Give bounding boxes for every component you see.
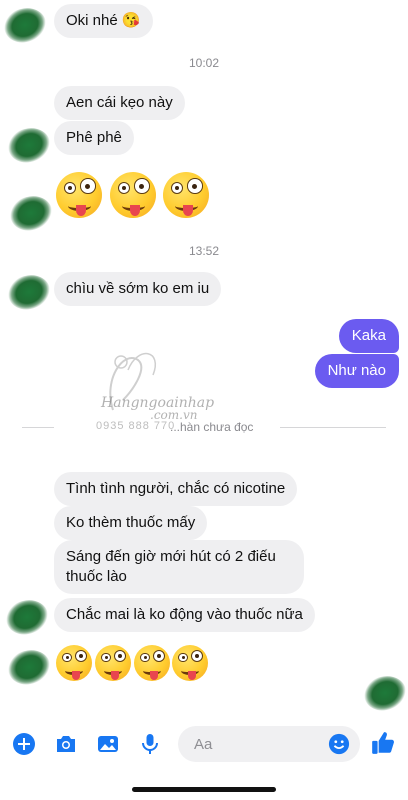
- message-bubble[interactable]: Oki nhé 😘: [54, 4, 153, 38]
- avatar: [0, 592, 54, 642]
- zany-face-emoji: [163, 172, 209, 218]
- message-composer: Aa: [0, 722, 408, 766]
- message-bubble[interactable]: Tình tình người, chắc có nicotine: [54, 472, 298, 506]
- message-bubble[interactable]: Sáng đến giờ mới hút có 2 điếu thuốc lào: [54, 540, 304, 594]
- avatar: [358, 668, 408, 718]
- thumbs-up-icon[interactable]: [370, 730, 396, 756]
- avatar: [0, 0, 52, 50]
- watermark-phone: 0935 888 770: [96, 420, 176, 432]
- emoji-icon[interactable]: [328, 733, 350, 755]
- message-input-placeholder: Aa: [194, 736, 213, 753]
- home-indicator: [132, 787, 276, 792]
- camera-icon[interactable]: [54, 732, 78, 756]
- message-bubble[interactable]: Aen cái kẹo này: [54, 86, 185, 120]
- microphone-icon[interactable]: [138, 732, 162, 756]
- avatar: [2, 642, 56, 692]
- image-icon[interactable]: [96, 732, 120, 756]
- message-input[interactable]: Aa: [178, 726, 360, 762]
- timestamp: 13:52: [188, 244, 220, 258]
- divider-line: [22, 427, 54, 428]
- zany-face-emoji: [95, 645, 131, 681]
- zany-face-emoji: [134, 645, 170, 681]
- message-bubble[interactable]: Chắc mai là ko động vào thuốc nữa: [54, 598, 315, 632]
- avatar: [2, 120, 56, 170]
- message-bubble-outgoing[interactable]: Như nào: [314, 354, 399, 388]
- message-bubble[interactable]: Ko thèm thuốc mấy: [54, 506, 208, 540]
- message-bubble-outgoing[interactable]: Kaka: [338, 319, 399, 353]
- zany-face-emoji: [172, 645, 208, 681]
- plus-icon[interactable]: [12, 732, 36, 756]
- message-bubble[interactable]: Phê phê: [54, 121, 134, 155]
- avatar: [4, 188, 58, 238]
- zany-face-emoji: [56, 172, 102, 218]
- zany-face-emoji: [56, 645, 92, 681]
- divider-line: [280, 427, 386, 428]
- unread-divider-label: ...hàn chưa đọc: [170, 420, 254, 434]
- message-bubble[interactable]: chìu về sớm ko em iu: [54, 272, 222, 306]
- timestamp: 10:02: [188, 56, 220, 70]
- avatar: [2, 267, 56, 317]
- zany-face-emoji: [110, 172, 156, 218]
